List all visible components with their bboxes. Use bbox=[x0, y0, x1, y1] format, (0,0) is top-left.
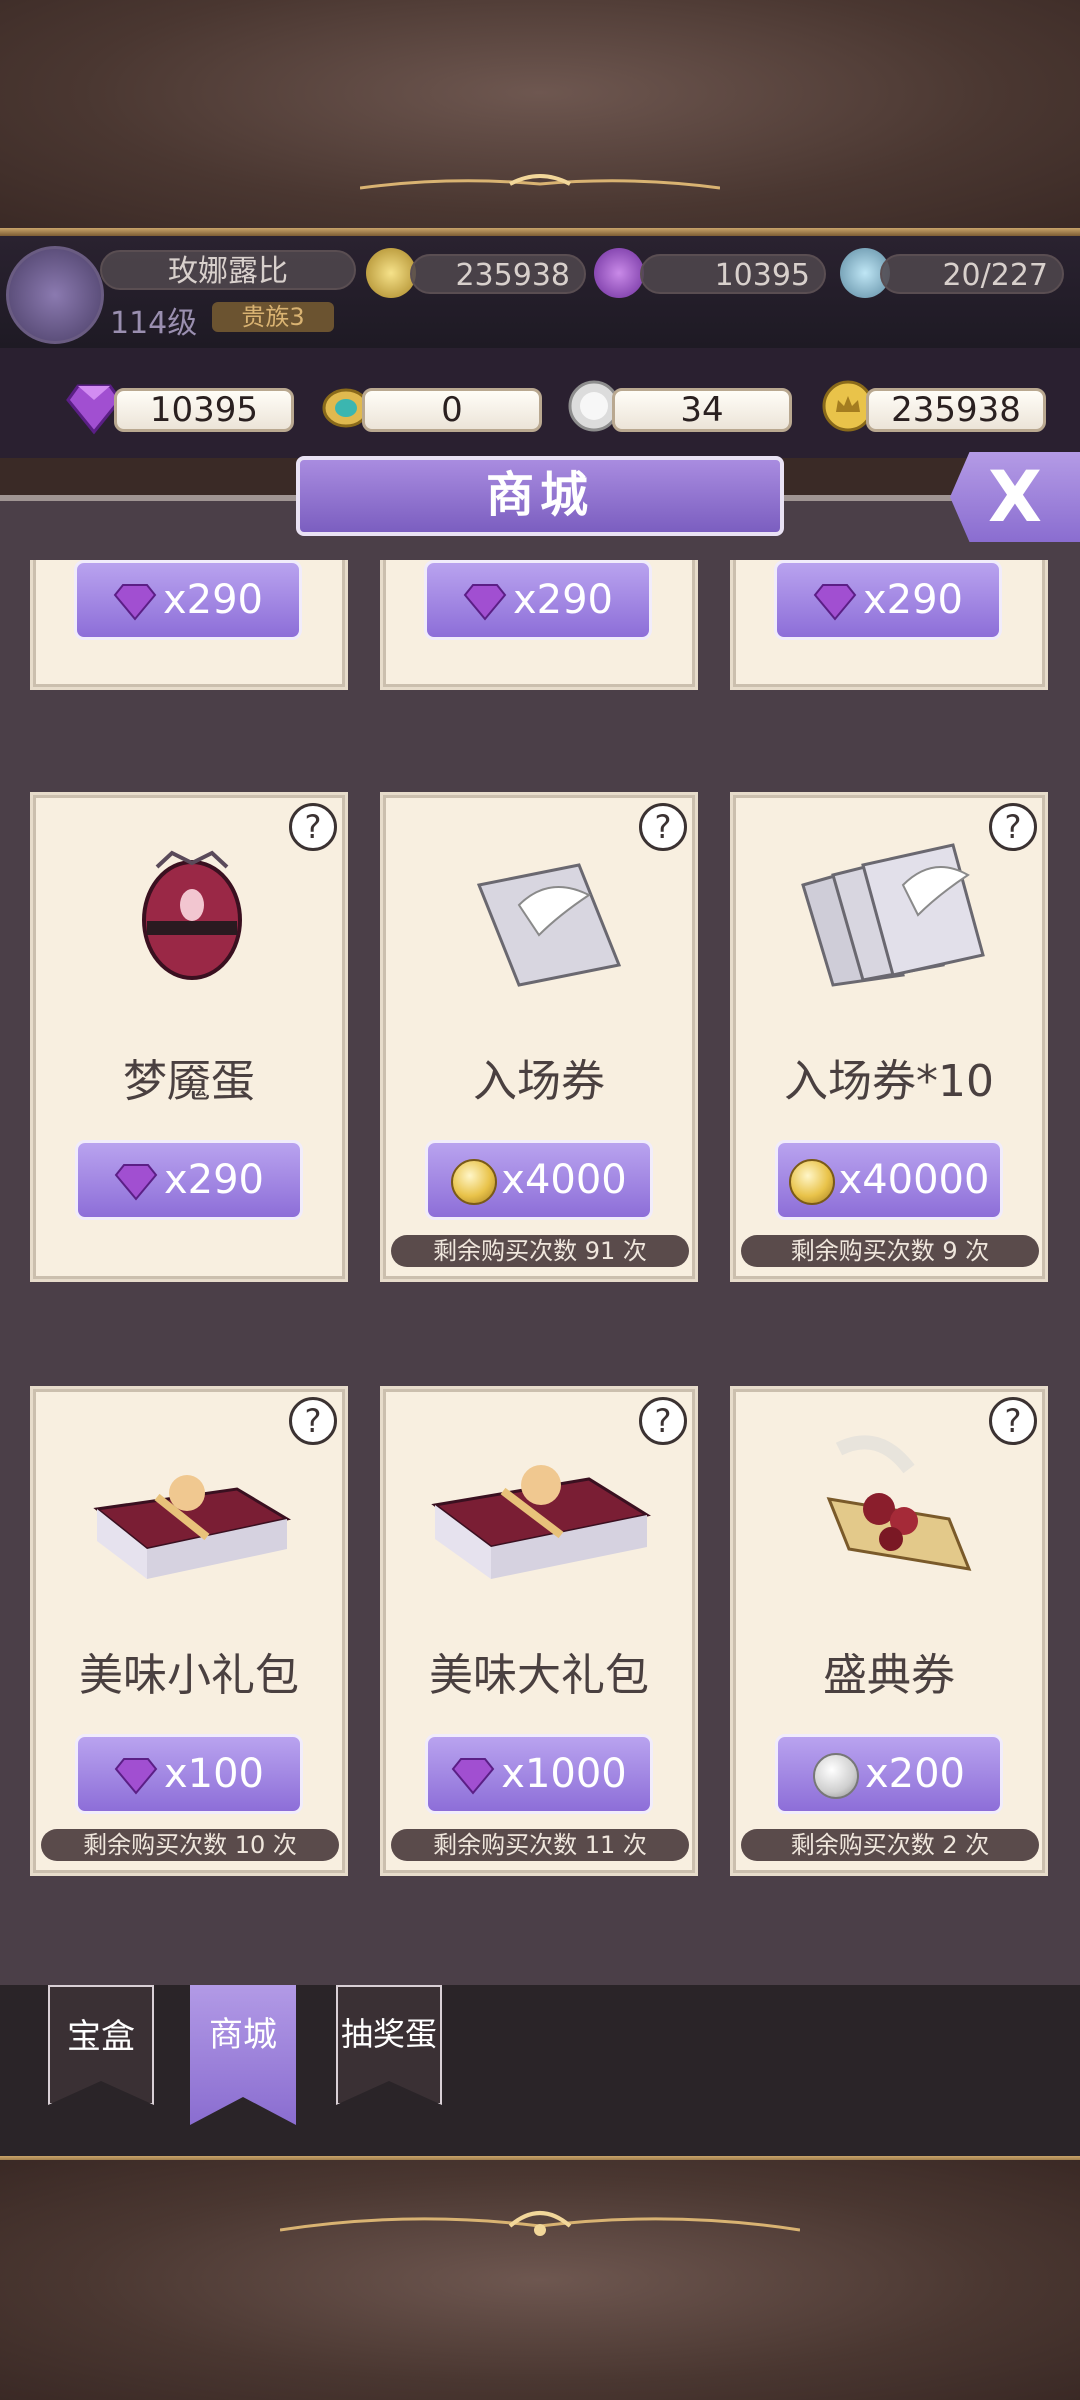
hud-gems: 10395 bbox=[640, 254, 826, 294]
remaining-purchases: 剩余购买次数 2 次 bbox=[741, 1829, 1039, 1861]
top-decor-band bbox=[0, 0, 1080, 232]
item-name: 入场券 bbox=[473, 1056, 605, 1107]
remaining-purchases: 剩余购买次数 11 次 bbox=[391, 1829, 689, 1861]
shop-card[interactable]: ? 美味小礼包 x100 剩余购买次数 10 次 bbox=[30, 1386, 348, 1876]
price-label: x200 bbox=[864, 1751, 966, 1797]
player-name: 玫娜露比 bbox=[100, 250, 356, 290]
gem-icon bbox=[114, 1758, 158, 1795]
gold-coin-icon bbox=[451, 1159, 498, 1205]
item-name: 美味小礼包 bbox=[79, 1650, 299, 1701]
gem-icon bbox=[813, 584, 857, 621]
admission-ticket-icon bbox=[476, 863, 622, 987]
silver-coin-icon bbox=[812, 1753, 859, 1799]
gold-coin-icon bbox=[788, 1159, 835, 1205]
item-name: 梦魇蛋 bbox=[123, 1056, 255, 1107]
price-button[interactable]: x1000 bbox=[425, 1734, 653, 1814]
price-button[interactable]: x100 bbox=[75, 1734, 303, 1814]
large-gift-box-icon bbox=[431, 1465, 651, 1579]
small-gift-box-icon bbox=[93, 1475, 292, 1579]
tab-shop[interactable]: 商城 bbox=[190, 1985, 296, 2125]
close-button[interactable]: X bbox=[950, 452, 1080, 542]
price-label: x1000 bbox=[501, 1751, 627, 1797]
admission-ticket-bundle-icon bbox=[801, 843, 985, 987]
price-button[interactable]: x200 bbox=[775, 1734, 1003, 1814]
bottom-decor-band bbox=[0, 2160, 1080, 2400]
shop-title: 商城 bbox=[296, 456, 784, 536]
price-button[interactable]: x40000 bbox=[775, 1140, 1003, 1220]
hud-gold: 235938 bbox=[410, 254, 586, 294]
ornament-icon bbox=[280, 2211, 800, 2236]
price-label: x290 bbox=[163, 1157, 265, 1203]
price-label: x290 bbox=[512, 577, 614, 623]
silver-count: 34 bbox=[612, 388, 792, 432]
help-button[interactable]: ? bbox=[639, 1397, 687, 1445]
price-label: x290 bbox=[862, 577, 964, 623]
player-level: 114级 bbox=[110, 306, 198, 341]
shop-card[interactable]: ? 梦魇蛋 x290 bbox=[30, 792, 348, 1282]
item-name: 入场券*10 bbox=[784, 1056, 994, 1107]
gold-divider bbox=[0, 228, 1080, 236]
avatar[interactable] bbox=[6, 246, 104, 344]
rank-badge: 贵族3 bbox=[212, 302, 334, 332]
crown-coin-icon bbox=[366, 248, 416, 298]
help-button[interactable]: ? bbox=[989, 803, 1037, 851]
price-button[interactable]: x290 bbox=[75, 1140, 303, 1220]
ornament-icon bbox=[360, 174, 720, 190]
bottom-tab-bar: 宝盒 商城 抽奖蛋 bbox=[0, 1985, 1080, 2160]
partial-card-row: x290 x290 x290 bbox=[0, 560, 1080, 690]
item-name: 美味大礼包 bbox=[429, 1650, 649, 1701]
remaining-purchases: 剩余购买次数 10 次 bbox=[41, 1829, 339, 1861]
hud-tickets: 20/227 bbox=[880, 254, 1064, 294]
gala-ticket-icon bbox=[826, 1435, 972, 1571]
remaining-purchases: 剩余购买次数 9 次 bbox=[741, 1235, 1039, 1267]
pendant-count: 0 bbox=[362, 388, 542, 432]
gem-icon bbox=[113, 584, 157, 621]
gem-icon bbox=[463, 584, 507, 621]
gem-count: 10395 bbox=[114, 388, 294, 432]
tab-label: 抽奖蛋 bbox=[340, 2015, 437, 2053]
shop-card[interactable]: ? 美味大礼包 x1000 剩余购买次数 11 次 bbox=[380, 1386, 698, 1876]
tab-treasure-box[interactable]: 宝盒 bbox=[48, 1985, 154, 2105]
item-name: 盛典券 bbox=[823, 1650, 955, 1701]
price-button[interactable]: x290 bbox=[74, 560, 302, 640]
price-button[interactable]: x290 bbox=[424, 560, 652, 640]
price-label: x290 bbox=[162, 577, 264, 623]
help-button[interactable]: ? bbox=[989, 1397, 1037, 1445]
nightmare-egg-icon bbox=[142, 850, 242, 980]
gem-icon bbox=[114, 1164, 158, 1201]
help-button[interactable]: ? bbox=[289, 1397, 337, 1445]
currency-bar: 10395 0 34 235938 bbox=[0, 348, 1080, 458]
help-button[interactable]: ? bbox=[289, 803, 337, 851]
gem-icon bbox=[451, 1758, 495, 1795]
shop-card[interactable]: ? 盛典券 x200 剩余购买次数 2 次 bbox=[730, 1386, 1048, 1876]
price-button[interactable]: x290 bbox=[774, 560, 1002, 640]
help-button[interactable]: ? bbox=[639, 803, 687, 851]
price-label: x4000 bbox=[501, 1157, 627, 1203]
price-label: x40000 bbox=[838, 1157, 990, 1203]
shop-card[interactable]: ? 入场券*10 x40000 剩余购买次数 9 次 bbox=[730, 792, 1048, 1282]
shop-card[interactable]: ? 入场券 x4000 剩余购买次数 91 次 bbox=[380, 792, 698, 1282]
gold-count: 235938 bbox=[866, 388, 1046, 432]
tab-lottery-egg[interactable]: 抽奖蛋 bbox=[336, 1985, 442, 2105]
gem-icon bbox=[594, 248, 644, 298]
tab-label: 商城 bbox=[209, 2015, 277, 2055]
price-button[interactable]: x4000 bbox=[425, 1140, 653, 1220]
price-label: x100 bbox=[163, 1751, 265, 1797]
player-hud: 玫娜露比 114级 贵族3 235938 10395 20/227 bbox=[0, 236, 1080, 348]
remaining-purchases: 剩余购买次数 91 次 bbox=[391, 1235, 689, 1267]
tab-label: 宝盒 bbox=[67, 2017, 135, 2057]
